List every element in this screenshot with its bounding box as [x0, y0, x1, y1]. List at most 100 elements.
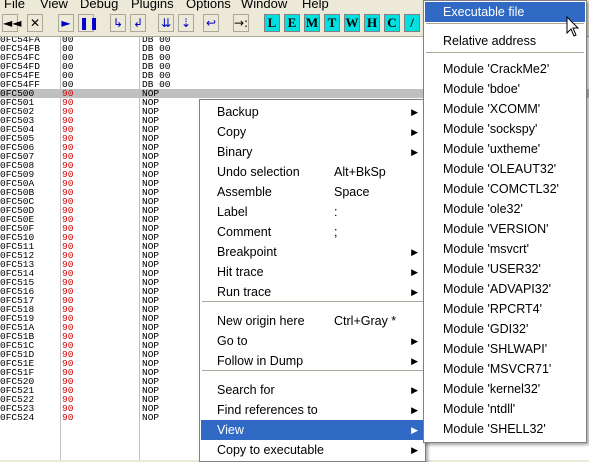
submenu-item-module-version[interactable]: Module 'VERSION' [425, 219, 585, 239]
menu-plugins[interactable]: Plugins [131, 0, 174, 11]
menu-item-hit-trace[interactable]: Hit trace ▶ [201, 262, 424, 282]
menu-item-label: Hit trace [217, 265, 264, 279]
submenu-arrow-icon: ▶ [411, 287, 418, 297]
submenu-item-executable-file[interactable]: Executable file [425, 2, 585, 22]
submenu-item-module-ntdll[interactable]: Module 'ntdll' [425, 399, 585, 419]
submenu-item-module-oleaut32[interactable]: Module 'OLEAUT32' [425, 159, 585, 179]
submenu-item-module-user32[interactable]: Module 'USER32' [425, 259, 585, 279]
submenu-item-label: Module 'bdoe' [443, 82, 521, 96]
execute-till-return-icon[interactable]: ↩ [203, 14, 219, 32]
submenu-arrow-icon: ▶ [411, 356, 418, 366]
menu-item-shortcut: : [334, 205, 338, 219]
submenu-item-label: Module 'SHELL32' [443, 422, 546, 436]
menu-item-go-to[interactable]: Go to ▶ [201, 331, 424, 351]
submenu-arrow-icon: ▶ [411, 107, 418, 117]
submenu-arrow-icon: ▶ [411, 445, 418, 455]
submenu-item-module-xcomm[interactable]: Module 'XCOMM' [425, 99, 585, 119]
menu-item-comment[interactable]: Comment; [201, 222, 424, 242]
mouse-cursor-icon [566, 16, 580, 37]
submenu-item-relative-address[interactable]: Relative address [425, 31, 585, 51]
submenu-item-label: Module 'sockspy' [443, 122, 538, 136]
threads-button[interactable]: T [324, 14, 340, 32]
submenu-arrow-icon: ▶ [411, 247, 418, 257]
handles-button[interactable]: H [364, 14, 380, 32]
submenu-arrow-icon: ▶ [411, 425, 418, 435]
trace-into-icon[interactable]: ⇊ [158, 14, 174, 32]
submenu-item-module-bdoe[interactable]: Module 'bdoe' [425, 79, 585, 99]
menu-item-breakpoint[interactable]: Breakpoint ▶ [201, 242, 424, 262]
pause-icon[interactable]: ❚❚ [78, 14, 99, 32]
hex-dump-cell: 90 [62, 412, 74, 423]
submenu-item-label: Module 'uxtheme' [443, 142, 541, 156]
submenu-item-module-msvcr71[interactable]: Module 'MSVCR71' [425, 359, 585, 379]
submenu-item-label: Module 'kernel32' [443, 382, 541, 396]
rewind-icon[interactable]: ◄◄ [2, 14, 21, 32]
go-to-address-icon[interactable]: →: [233, 14, 249, 32]
cpu-button[interactable]: C [384, 14, 400, 32]
submenu-arrow-icon: ▶ [411, 385, 418, 395]
close-icon[interactable]: ✕ [27, 14, 43, 32]
menu-item-search-for[interactable]: Search for ▶ [201, 380, 424, 400]
menu-file[interactable]: File [4, 0, 25, 11]
menu-item-follow-in-dump[interactable]: Follow in Dump ▶ [201, 351, 424, 371]
submenu-item-label: Module 'GDI32' [443, 322, 529, 336]
trace-over-icon[interactable]: ⇣ [178, 14, 194, 32]
menu-item-label: Backup [217, 105, 259, 119]
menu-item-undo-selection[interactable]: Undo selection Alt+BkSp [201, 162, 424, 182]
submenu-item-module-uxtheme[interactable]: Module 'uxtheme' [425, 139, 585, 159]
submenu-item-label: Module 'OLEAUT32' [443, 162, 557, 176]
submenu-item-module-shlwapi[interactable]: Module 'SHLWAPI' [425, 339, 585, 359]
menu-item-view[interactable]: View ▶ [201, 420, 424, 440]
memory-map-button[interactable]: M [304, 14, 320, 32]
menu-item-find-references-to[interactable]: Find references to ▶ [201, 400, 424, 420]
menu-item-label: View [217, 423, 244, 437]
submenu-item-module-rpcrt4[interactable]: Module 'RPCRT4' [425, 299, 585, 319]
submenu-item-label: Module 'USER32' [443, 262, 541, 276]
run-icon[interactable]: ► [58, 14, 74, 32]
menu-debug[interactable]: Debug [80, 0, 118, 11]
submenu-item-label: Module 'ole32' [443, 202, 523, 216]
submenu-item-label: Module 'ntdll' [443, 402, 516, 416]
menu-item-backup[interactable]: Backup ▶ [201, 102, 424, 122]
patches-button[interactable]: / [404, 14, 420, 32]
menu-separator [426, 52, 584, 53]
submenu-item-module-comctl32[interactable]: Module 'COMCTL32' [425, 179, 585, 199]
submenu-item-label: Module 'XCOMM' [443, 102, 541, 116]
submenu-item-label: Module 'msvcrt' [443, 242, 530, 256]
column-divider[interactable] [139, 37, 140, 460]
submenu-item-module-gdi32[interactable]: Module 'GDI32' [425, 319, 585, 339]
submenu-item-label: Module 'RPCRT4' [443, 302, 543, 316]
menu-view[interactable]: View [40, 0, 68, 11]
submenu-item-module-advapi32[interactable]: Module 'ADVAPI32' [425, 279, 585, 299]
step-into-icon[interactable]: ↳ [110, 14, 126, 32]
menu-item-label: Comment [217, 225, 272, 239]
menu-item-label: Copy [217, 125, 247, 139]
windows-button[interactable]: W [344, 14, 360, 32]
submenu-item-label: Module 'CrackMe2' [443, 62, 550, 76]
menu-help[interactable]: Help [302, 0, 329, 11]
menu-item-copy[interactable]: Copy ▶ [201, 122, 424, 142]
menu-item-label[interactable]: Label: [201, 202, 424, 222]
menu-item-copy-to-executable[interactable]: Copy to executable ▶ [201, 440, 424, 460]
menu-item-new-origin-here[interactable]: New origin here Ctrl+Gray * [201, 311, 424, 331]
menu-separator [426, 23, 584, 24]
submenu-item-module-kernel32[interactable]: Module 'kernel32' [425, 379, 585, 399]
submenu-item-module-ole32[interactable]: Module 'ole32' [425, 199, 585, 219]
menu-item-assemble[interactable]: Assemble Space [201, 182, 424, 202]
instruction-cell: NOP [142, 412, 160, 423]
menu-item-run-trace[interactable]: Run trace ▶ [201, 282, 424, 302]
submenu-item-module-crackme2[interactable]: Module 'CrackMe2' [425, 59, 585, 79]
address-cell: 0FC524 [0, 412, 35, 423]
menu-item-shortcut: ; [334, 225, 338, 239]
submenu-item-module-sockspy[interactable]: Module 'sockspy' [425, 119, 585, 139]
menu-item-label: Copy to executable [217, 443, 325, 457]
submenu-item-module-msvcrt[interactable]: Module 'msvcrt' [425, 239, 585, 259]
menu-item-binary[interactable]: Binary ▶ [201, 142, 424, 162]
log-window-button[interactable]: L [264, 14, 280, 32]
step-over-icon[interactable]: ↲ [130, 14, 146, 32]
menu-window[interactable]: Window [241, 0, 287, 11]
column-divider[interactable] [60, 37, 61, 460]
submenu-item-module-shell32[interactable]: Module 'SHELL32' [425, 419, 585, 439]
executable-modules-button[interactable]: E [284, 14, 300, 32]
menu-options[interactable]: Options [186, 0, 231, 11]
